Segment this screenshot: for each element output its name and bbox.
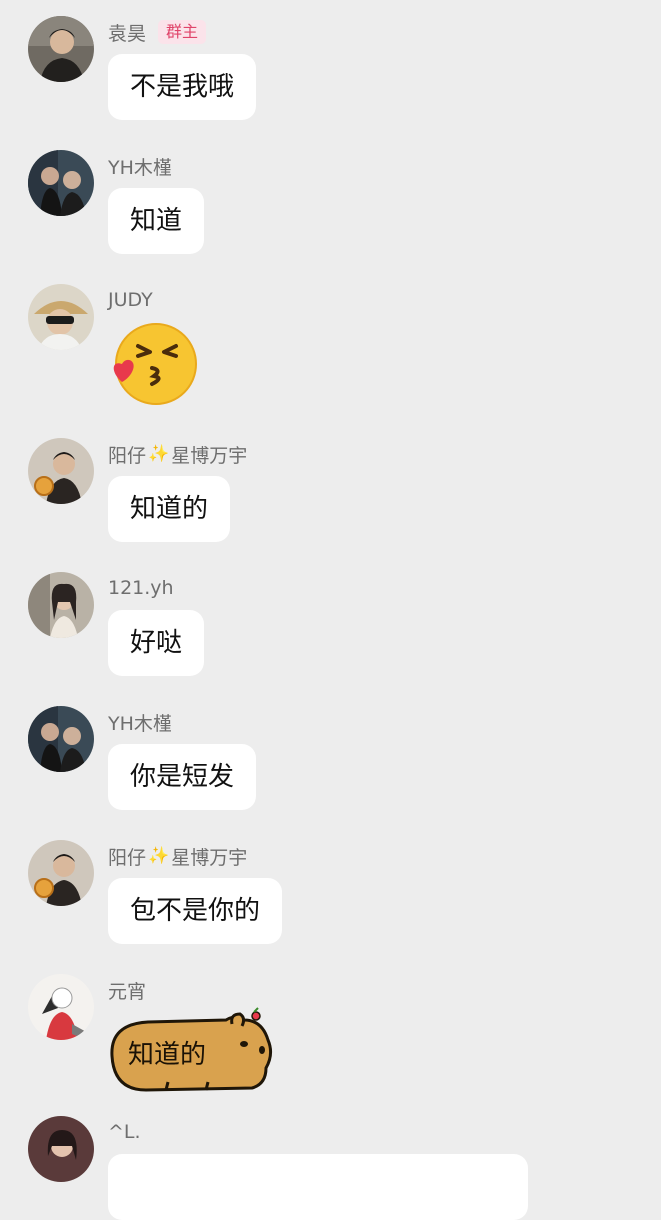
sender-name: 阳仔 ✨ 星博万宇 — [108, 440, 247, 468]
sender-name: 元宵 — [108, 976, 146, 1004]
sender-name: YH木槿 — [108, 708, 172, 736]
sender-name: YH木槿 — [108, 152, 172, 180]
sender-name-text: 121.yh — [108, 577, 174, 599]
group-owner-badge: 群主 — [158, 20, 207, 44]
sender-name-text: 阳仔 — [108, 846, 147, 869]
message-bubble[interactable]: 包不是你的 — [108, 878, 283, 944]
avatar[interactable] — [28, 150, 94, 216]
sender-name-text: 星博万宇 — [171, 444, 248, 467]
kiss-emoji-icon[interactable] — [104, 316, 200, 416]
sender-name: 阳仔 ✨ 星博万宇 — [108, 842, 247, 870]
avatar[interactable] — [28, 438, 94, 504]
message-bubble[interactable] — [108, 1154, 528, 1220]
avatar[interactable] — [28, 840, 94, 906]
avatar[interactable] — [28, 706, 94, 772]
sender-name: JUDY — [108, 286, 153, 314]
avatar[interactable] — [28, 284, 94, 350]
sparkle-icon: ✨ — [148, 444, 170, 464]
sender-name-text: ^L. — [108, 1121, 141, 1143]
sender-name-text: 袁昊 — [108, 22, 147, 45]
sender-name: 袁昊 群主 — [108, 18, 207, 46]
sender-name: ^L. — [108, 1118, 141, 1146]
capybara-sticker[interactable]: 知道的 — [106, 1006, 276, 1098]
sparkle-icon: ✨ — [148, 846, 170, 866]
sender-name-text: YH木槿 — [108, 712, 172, 735]
sticker-text: 知道的 — [128, 1040, 207, 1070]
message-bubble[interactable]: 好哒 — [108, 610, 205, 676]
message-bubble[interactable]: 知道的 — [108, 476, 231, 542]
sender-name-text: YH木槿 — [108, 156, 172, 179]
avatar[interactable] — [28, 1116, 94, 1182]
message-bubble[interactable]: 不是我哦 — [108, 54, 257, 120]
sender-name-text: JUDY — [108, 289, 153, 311]
message-bubble[interactable]: 你是短发 — [108, 744, 257, 810]
chat-message-list[interactable]: 袁昊 群主 不是我哦 YH木槿 知道 JUDY 阳仔 ✨ 星博万宇 知道的 12… — [0, 0, 661, 1220]
sender-name-text: 阳仔 — [108, 444, 147, 467]
sender-name: 121.yh — [108, 574, 174, 602]
sender-name-text: 元宵 — [108, 980, 147, 1003]
avatar[interactable] — [28, 974, 94, 1040]
avatar[interactable] — [28, 572, 94, 638]
message-bubble[interactable]: 知道 — [108, 188, 205, 254]
sender-name-text: 星博万宇 — [171, 846, 248, 869]
avatar[interactable] — [28, 16, 94, 82]
